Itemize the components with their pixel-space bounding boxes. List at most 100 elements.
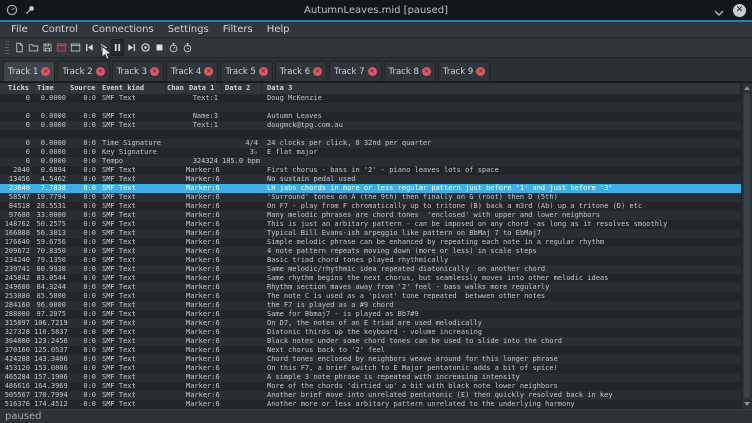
event-row[interactable]: 00.00000:0SMF TextText:1dougmck@tpg.com.… xyxy=(0,121,741,130)
tab-label: Track 5 xyxy=(225,67,255,77)
vertical-scrollbar[interactable] xyxy=(741,83,752,409)
record-window-button[interactable] xyxy=(55,39,68,56)
event-row[interactable]: 505567170.79940:0SMF TextMarker:6Another… xyxy=(0,391,741,400)
cell-chan xyxy=(166,391,186,400)
column-header-chan[interactable]: Chan xyxy=(166,83,186,94)
event-row[interactable]: 230407.78380:0SMF TextMarker:6LH jabs ch… xyxy=(0,184,741,193)
tab-track-7[interactable]: Track 7✕ xyxy=(329,61,381,81)
event-row[interactable]: 20967270.83500:0SMF TextMarker:64 note p… xyxy=(0,247,741,256)
event-row[interactable]: 14876250.25750:0SMF TextMarker:6This is … xyxy=(0,220,741,229)
shade-chevron-icon[interactable] xyxy=(714,1,724,20)
tab-track-3[interactable]: Track 3✕ xyxy=(112,61,164,81)
close-icon[interactable]: ✕ xyxy=(733,4,746,17)
menu-control[interactable]: Control xyxy=(35,22,85,37)
record-button[interactable] xyxy=(139,39,152,56)
event-row[interactable]: 9768033.00000:0SMF TextMarker:6Many melo… xyxy=(0,211,741,220)
event-row[interactable]: 516376174.45120:0SMF TextMarker:6Another… xyxy=(0,400,741,409)
event-row[interactable]: 00.00000:0SMF TextText:1Doug McKenzie xyxy=(0,94,741,103)
tab-close-icon[interactable]: ✕ xyxy=(96,67,105,76)
event-row[interactable]: 24960084.32440:0SMF TextMarker:6Rhythm s… xyxy=(0,283,741,292)
event-row[interactable]: 364800123.24560:0SMF TextMarker:6Black n… xyxy=(0,337,741,346)
tab-close-icon[interactable]: ✕ xyxy=(150,67,159,76)
save-file-button[interactable] xyxy=(41,39,54,56)
event-row[interactable]: 28800097.29750:0SMF TextMarker:6Same for… xyxy=(0,310,741,319)
cell-event-kind: SMF Text xyxy=(100,292,166,301)
menu-file[interactable]: File xyxy=(4,22,35,37)
tab-track-9[interactable]: Track 9✕ xyxy=(438,61,490,81)
tab-close-icon[interactable]: ✕ xyxy=(368,67,377,76)
event-row[interactable]: 23424079.13500:0SMF TextMarker:6Basic tr… xyxy=(0,256,741,265)
event-row[interactable]: 8451828.55310:0SMF TextMarker:6On F7 - p… xyxy=(0,202,741,211)
scrollbar-thumb[interactable] xyxy=(744,94,750,398)
tab-close-icon[interactable]: ✕ xyxy=(259,67,268,76)
new-file-button[interactable] xyxy=(13,39,26,56)
menu-connections[interactable]: Connections xyxy=(85,22,161,37)
tab-track-8[interactable]: Track 8✕ xyxy=(384,61,436,81)
tab-track-4[interactable]: Track 4✕ xyxy=(166,61,218,81)
menu-help[interactable]: Help xyxy=(260,22,297,37)
cell-data-2 xyxy=(222,94,262,103)
play-button[interactable] xyxy=(97,39,110,56)
event-row[interactable]: 486616164.39690:0SMF TextMarker:6More of… xyxy=(0,382,741,391)
scroll-down-icon[interactable] xyxy=(742,399,752,409)
event-row[interactable] xyxy=(0,103,741,112)
toolbar-drag-handle[interactable] xyxy=(5,41,9,54)
event-row[interactable]: 24584283.05440:0SMF TextMarker:6Same rhy… xyxy=(0,274,741,283)
column-header-data-1[interactable]: Data 1 xyxy=(186,83,222,94)
event-row[interactable]: 23974180.99380:0SMF TextMarker:6Same mel… xyxy=(0,265,741,274)
column-header-event-kind[interactable]: Event kind xyxy=(100,83,166,94)
event-row[interactable]: 28416096.00000:0SMF TextMarker:6the F7 i… xyxy=(0,301,741,310)
event-row[interactable]: 134564.54620:0SMF TextMarker:6No sustain… xyxy=(0,175,741,184)
tab-close-icon[interactable]: ✕ xyxy=(41,67,50,76)
event-row[interactable]: 00.00000:0Time Signature4/424 clocks per… xyxy=(0,139,741,148)
event-row[interactable]: 465284157.19060:0SMF TextMarker:6A simpl… xyxy=(0,373,741,382)
event-row[interactable]: 00.00000:0Key Signature3♭E flat major xyxy=(0,148,741,157)
column-header-ticks[interactable]: Ticks xyxy=(0,83,34,94)
column-header-data-2[interactable]: Data 2 xyxy=(222,83,262,94)
open-file-button[interactable] xyxy=(27,39,40,56)
event-row[interactable] xyxy=(0,130,741,139)
tab-close-icon[interactable]: ✕ xyxy=(204,67,213,76)
tab-track-6[interactable]: Track 6✕ xyxy=(275,61,327,81)
menu-filters[interactable]: Filters xyxy=(216,22,260,37)
cell-chan xyxy=(166,400,186,409)
column-header-source[interactable]: Source xyxy=(70,83,100,94)
column-header-data-3[interactable]: Data 3 xyxy=(262,83,741,94)
event-row[interactable]: 424288143.34060:0SMF TextMarker:6Chord t… xyxy=(0,355,741,364)
pause-button[interactable] xyxy=(111,39,124,56)
cell-data-2 xyxy=(222,184,262,193)
event-row[interactable]: 16688856.38130:0SMF TextMarker:6Typical … xyxy=(0,229,741,238)
event-row[interactable]: 00.00000:0SMF TextName:3Autumn Leaves xyxy=(0,112,741,121)
skip-forward-button[interactable] xyxy=(125,39,138,56)
event-row[interactable]: 25308085.50000:0SMF TextMarker:6The note… xyxy=(0,292,741,301)
event-row[interactable]: 17664059.67560:0SMF TextMarker:6Simple m… xyxy=(0,238,741,247)
event-row[interactable]: 370160125.05370:0SMF TextMarker:6Next ch… xyxy=(0,346,741,355)
skip-backward-button[interactable] xyxy=(83,39,96,56)
tab-track-5[interactable]: Track 5 ✕ xyxy=(220,61,272,81)
cell-data-2 xyxy=(222,238,262,247)
scroll-up-icon[interactable] xyxy=(742,83,752,93)
event-row[interactable]: 327328110.58370:0SMF TextMarker:6Diatoni… xyxy=(0,328,741,337)
cell-data-2 xyxy=(222,220,262,229)
timer-button[interactable] xyxy=(167,39,180,56)
cell-data-2 xyxy=(222,103,262,112)
tab-close-icon[interactable]: ✕ xyxy=(476,67,485,76)
pin-icon[interactable] xyxy=(24,1,36,20)
monitor-window-button[interactable] xyxy=(69,39,82,56)
cell-data-3: A simple 3 note phrase is repeated with … xyxy=(262,373,741,382)
tab-track-1[interactable]: Track 1✕ xyxy=(3,61,55,81)
cell-source: 0:0 xyxy=(70,193,100,202)
stop-button[interactable] xyxy=(153,39,166,56)
event-row[interactable]: 453120153.08060:0SMF TextMarker:6On this… xyxy=(0,364,741,373)
menu-settings[interactable]: Settings xyxy=(161,22,216,37)
stopwatch-button[interactable] xyxy=(181,39,194,56)
event-row[interactable]: 00.00000:0Tempo324324185.0 bpm xyxy=(0,157,741,166)
tab-close-icon[interactable]: ✕ xyxy=(313,67,322,76)
tab-close-icon[interactable]: ✕ xyxy=(422,67,431,76)
event-row[interactable]: 20400.68940:0SMF TextMarker:6First choru… xyxy=(0,166,741,175)
event-row[interactable]: 5854719.77940:0SMF TextMarker:6'Surround… xyxy=(0,193,741,202)
tab-track-2[interactable]: Track 2✕ xyxy=(57,61,109,81)
column-header-time[interactable]: Time xyxy=(34,83,70,94)
cell-ticks: 315897 xyxy=(0,319,34,328)
event-row[interactable]: 315897106.72190:0SMF TextMarker:6On D7, … xyxy=(0,319,741,328)
